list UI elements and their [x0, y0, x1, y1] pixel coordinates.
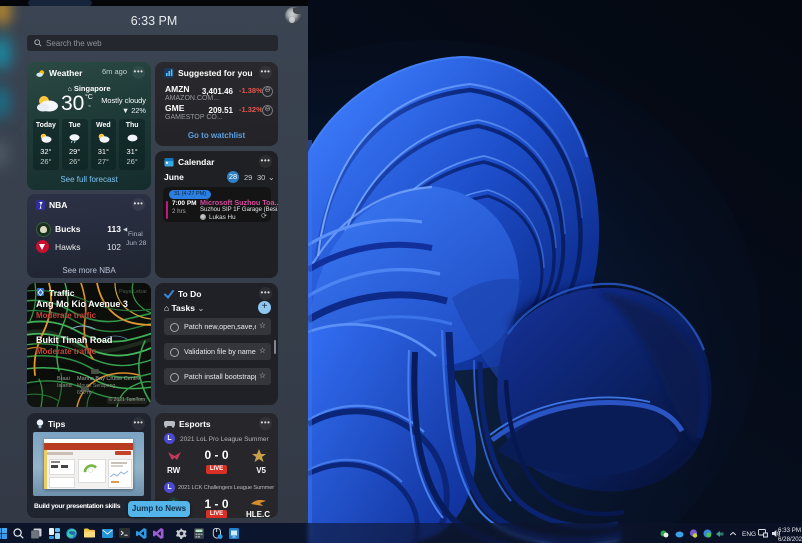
svg-text:Paya Lebar: Paya Lebar	[119, 289, 147, 295]
